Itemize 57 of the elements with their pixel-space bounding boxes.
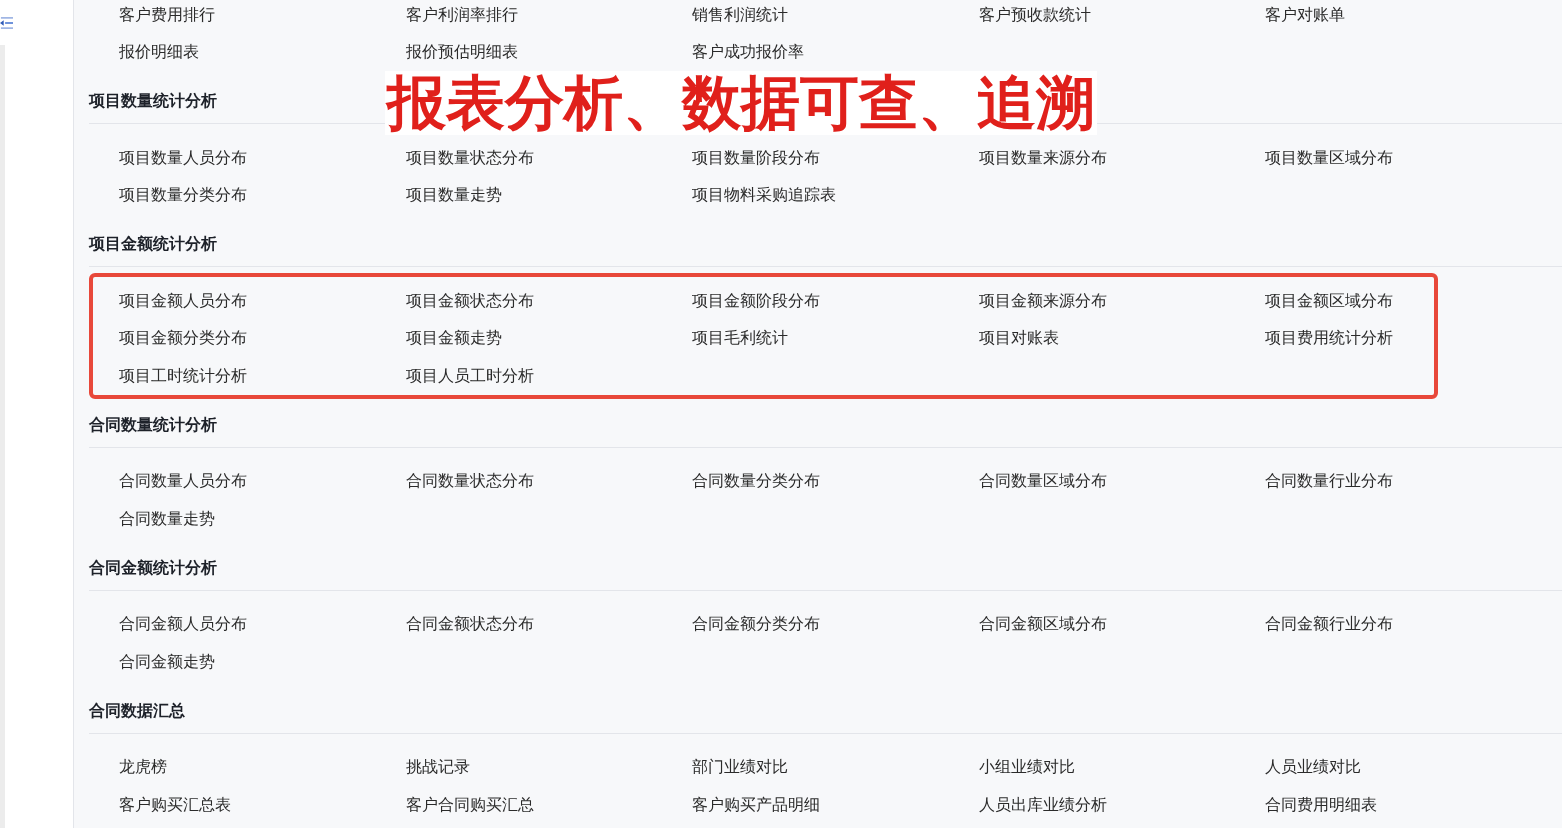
report-link[interactable]: 报价预估明细表 [405, 41, 518, 64]
report-link[interactable]: 报价明细表 [119, 41, 199, 64]
report-link[interactable]: 项目数量分类分布 [119, 184, 247, 207]
report-link[interactable]: 项目金额走势 [405, 327, 502, 350]
report-link[interactable]: 合同数量分类分布 [692, 470, 820, 493]
report-link[interactable]: 项目毛利统计 [692, 327, 788, 350]
report-link[interactable]: 合同金额状态分布 [405, 613, 534, 636]
report-link[interactable]: 项目金额区域分布 [1265, 289, 1393, 312]
overlay-caption: 报表分析、数据可查、追溯 [385, 71, 1097, 135]
report-link[interactable]: 项目费用统计分析 [1265, 327, 1393, 350]
report-link[interactable]: 合同金额区域分布 [978, 613, 1107, 636]
section-title: 合同数量统计分析 [89, 413, 217, 436]
report-link[interactable]: 项目数量区域分布 [1265, 146, 1393, 169]
section-title: 项目金额统计分析 [89, 233, 217, 255]
report-link[interactable]: 客户成功报价率 [692, 41, 804, 64]
report-link[interactable]: 客户购买汇总表 [119, 793, 231, 816]
report-link[interactable]: 项目金额人员分布 [119, 289, 247, 312]
report-link[interactable]: 合同数量状态分布 [405, 470, 534, 493]
report-link[interactable]: 项目数量走势 [405, 184, 502, 207]
report-link[interactable]: 合同数量行业分布 [1265, 470, 1393, 493]
report-link[interactable]: 项目金额状态分布 [405, 289, 534, 312]
report-link[interactable]: 龙虎榜 [119, 756, 167, 779]
report-link[interactable]: 项目数量阶段分布 [692, 146, 820, 169]
report-link[interactable]: 项目数量人员分布 [119, 146, 247, 169]
report-link[interactable]: 人员出库业绩分析 [978, 793, 1107, 816]
report-link[interactable]: 客户预收款统计 [978, 3, 1091, 26]
report-link[interactable]: 合同数量人员分布 [119, 470, 247, 493]
report-link[interactable]: 小组业绩对比 [978, 756, 1075, 779]
report-link[interactable]: 项目数量来源分布 [978, 146, 1107, 169]
section-title: 合同金额统计分析 [89, 556, 217, 579]
report-link[interactable]: 项目金额分类分布 [119, 327, 247, 350]
report-link[interactable]: 合同金额走势 [119, 650, 215, 673]
report-link[interactable]: 合同费用明细表 [1265, 793, 1377, 816]
section-title: 合同数据汇总 [89, 699, 185, 722]
report-link[interactable]: 挑战记录 [405, 756, 470, 779]
report-link[interactable]: 人员业绩对比 [1265, 756, 1361, 779]
report-link[interactable]: 合同金额分类分布 [692, 613, 820, 636]
report-link[interactable]: 销售利润统计 [692, 3, 788, 26]
report-link[interactable]: 合同数量区域分布 [978, 470, 1107, 493]
report-link[interactable]: 客户费用排行 [119, 3, 215, 26]
report-link[interactable]: 部门业绩对比 [692, 756, 788, 779]
report-link[interactable]: 合同金额人员分布 [119, 613, 247, 636]
report-link[interactable]: 客户对账单 [1265, 3, 1345, 26]
report-link[interactable]: 客户利润率排行 [405, 3, 518, 26]
report-link[interactable]: 项目工时统计分析 [119, 364, 247, 387]
report-link[interactable]: 项目对账表 [978, 327, 1059, 350]
report-link[interactable]: 项目物料采购追踪表 [692, 184, 836, 207]
report-link[interactable]: 合同数量走势 [119, 507, 215, 530]
menu-fold-icon[interactable] [0, 16, 13, 30]
section-title: 项目数量统计分析 [89, 90, 217, 112]
report-link[interactable]: 客户购买产品明细 [692, 793, 820, 816]
report-link[interactable]: 项目金额阶段分布 [692, 289, 820, 312]
report-link[interactable]: 合同金额行业分布 [1265, 613, 1393, 636]
report-link[interactable]: 项目人员工时分析 [405, 364, 534, 387]
report-link[interactable]: 客户合同购买汇总 [405, 793, 534, 816]
report-link[interactable]: 项目数量状态分布 [405, 146, 534, 169]
report-link[interactable]: 项目金额来源分布 [978, 289, 1107, 312]
